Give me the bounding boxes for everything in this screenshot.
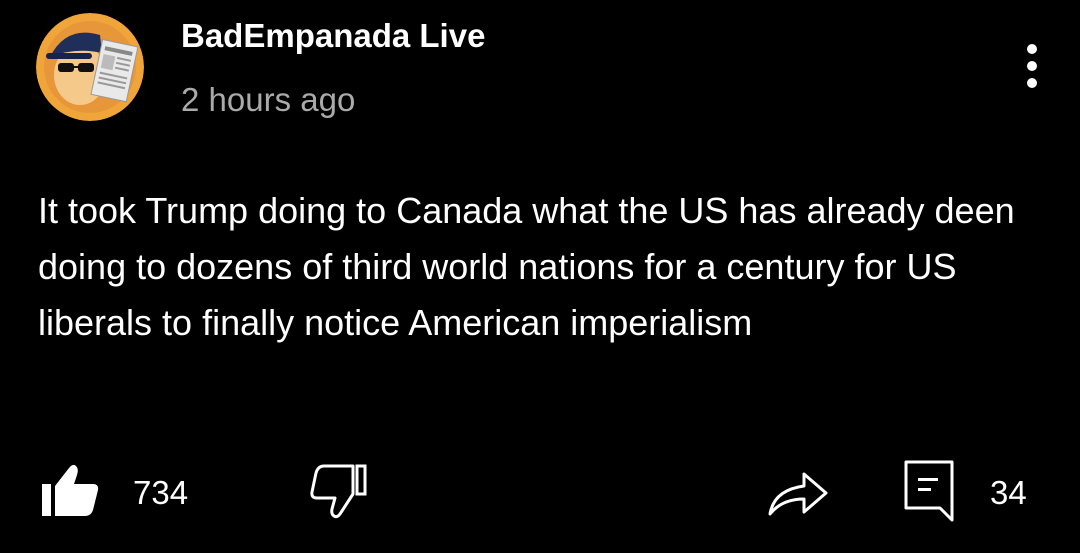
more-options-button[interactable] bbox=[1012, 38, 1052, 94]
thumbs-down-icon bbox=[310, 464, 367, 519]
comment-body: It took Trump doing to Canada what the U… bbox=[38, 190, 1015, 343]
avatar[interactable] bbox=[36, 13, 144, 121]
like-button[interactable] bbox=[38, 462, 104, 520]
avatar-image bbox=[36, 13, 144, 121]
comment-card: BadEmpanada Live 2 hours ago It took Tru… bbox=[0, 0, 1080, 553]
comment-icon bbox=[904, 460, 954, 522]
more-vertical-icon-dot bbox=[1027, 61, 1037, 71]
thumbs-up-icon bbox=[42, 464, 99, 516]
author-name[interactable]: BadEmpanada Live bbox=[181, 16, 485, 56]
more-vertical-icon bbox=[1027, 44, 1037, 54]
like-count: 734 bbox=[133, 474, 189, 511]
more-vertical-icon-dot bbox=[1027, 78, 1037, 88]
reply-button[interactable] bbox=[902, 458, 958, 522]
reply-count: 34 bbox=[990, 474, 1027, 511]
share-arrow-icon bbox=[768, 472, 828, 516]
dislike-button[interactable] bbox=[306, 462, 370, 520]
share-button[interactable] bbox=[766, 464, 830, 518]
comment-timestamp: 2 hours ago bbox=[181, 81, 356, 118]
